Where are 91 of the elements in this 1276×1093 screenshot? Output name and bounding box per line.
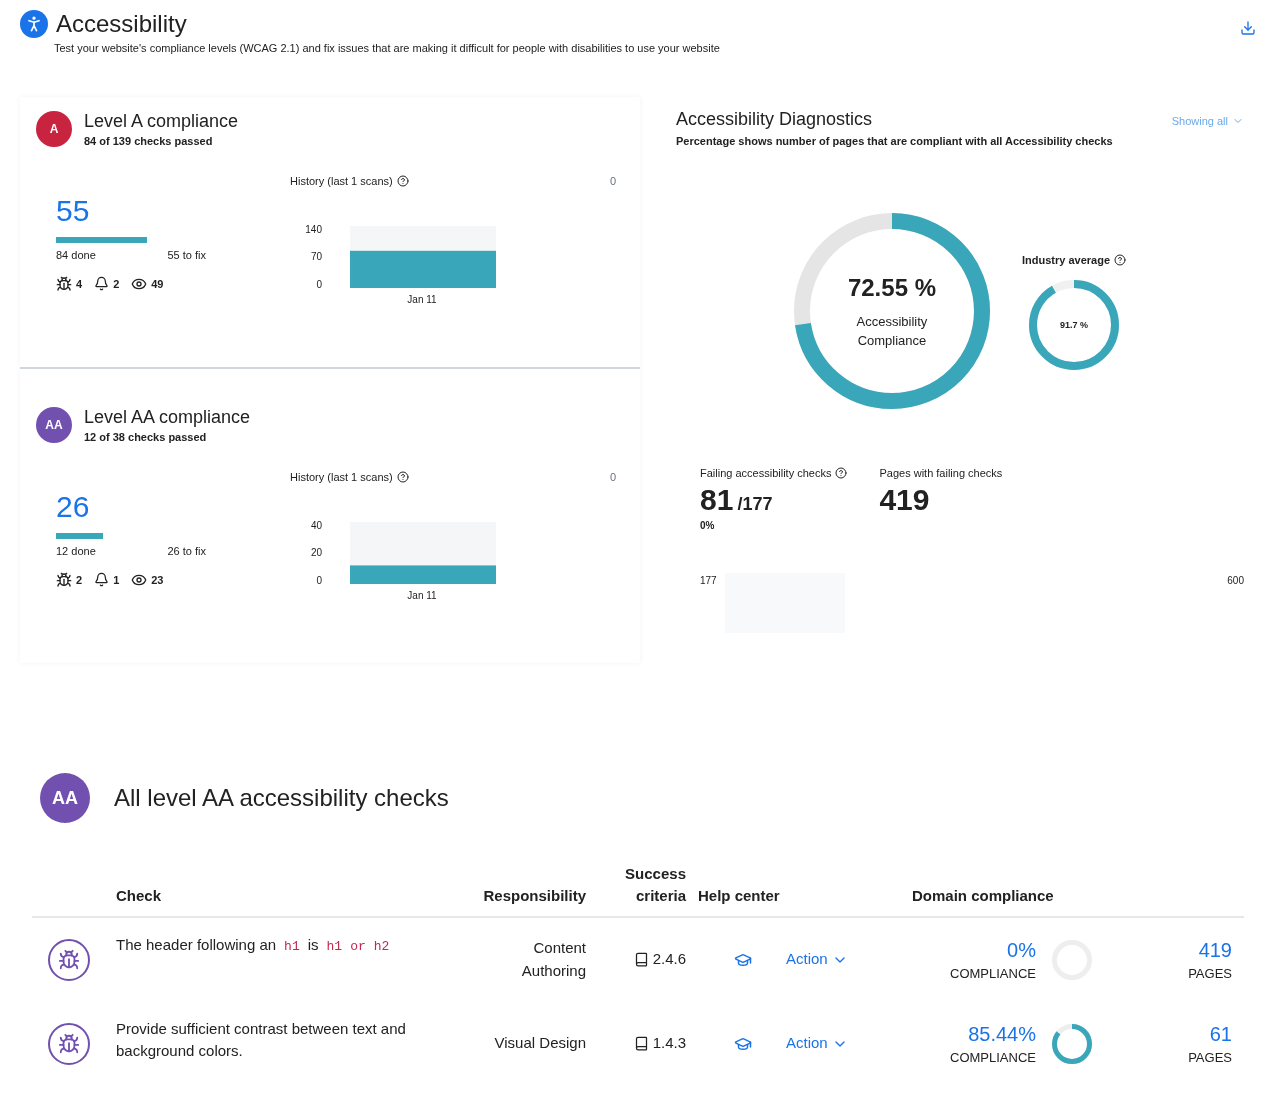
history-corner-value: 0 bbox=[609, 174, 617, 189]
compliance-percent: 85.44% bbox=[968, 1021, 1036, 1047]
checks-passed: 12 of 38 checks passed bbox=[84, 429, 208, 445]
code-snippet: h2 bbox=[373, 937, 390, 956]
pages-count[interactable]: 419 bbox=[1198, 935, 1232, 964]
pages-value: 419 bbox=[879, 481, 931, 518]
book-icon bbox=[633, 1036, 649, 1051]
view-count: 23 bbox=[151, 572, 164, 588]
compliance-ring bbox=[1052, 1023, 1092, 1064]
axis-label: Jan 11 bbox=[407, 588, 437, 603]
checks-passed: 84 of 139 checks passed bbox=[84, 133, 214, 149]
compliance-percent: 0% bbox=[1007, 937, 1036, 963]
check-text: The header following an bbox=[116, 934, 277, 955]
to-fix-label: 26 to fix bbox=[167, 544, 206, 559]
help-icon[interactable] bbox=[1114, 254, 1126, 266]
progress-fill bbox=[56, 533, 104, 539]
responsibility-cell-text: Visual Design bbox=[493, 1033, 586, 1054]
filter-dropdown[interactable]: Showing all bbox=[1171, 112, 1244, 129]
pages-label: PAGES bbox=[1188, 1048, 1232, 1067]
pages-label: PAGES bbox=[1188, 964, 1232, 983]
bug-badge-icon bbox=[48, 938, 90, 981]
bug-count: 2 bbox=[76, 572, 83, 588]
card-title: Level A compliance bbox=[84, 109, 239, 133]
compliance-label: COMPLIANCE bbox=[950, 964, 1036, 983]
code-snippet: h1 bbox=[326, 937, 343, 956]
help-icon[interactable] bbox=[396, 175, 409, 188]
download-icon[interactable] bbox=[1240, 20, 1256, 36]
axis-tick: 70 bbox=[310, 250, 322, 264]
view-count: 49 bbox=[151, 276, 164, 292]
to-fix-count: 26 bbox=[56, 489, 91, 525]
pages-count[interactable]: 61 bbox=[1209, 1019, 1232, 1048]
level-badge: A bbox=[36, 110, 72, 147]
axis-tick: 0 bbox=[316, 277, 322, 292]
page-title: Accessibility bbox=[56, 9, 187, 39]
accessibility-icon bbox=[20, 10, 48, 38]
page-subtitle: Test your website's compliance levels (WCAG 2.1) and fix issues that are making it difficult for people with disabilities to use your website bbox=[54, 41, 720, 56]
column-header: Domain compliance bbox=[911, 886, 1055, 906]
bug-count: 4 bbox=[76, 276, 83, 292]
failing-note: 0% bbox=[700, 518, 716, 533]
level-badge: AA bbox=[40, 772, 90, 823]
check-text: is bbox=[307, 934, 319, 955]
alert-count: 1 bbox=[113, 572, 120, 588]
axis-tick: 140 bbox=[305, 222, 322, 237]
bell-icon bbox=[94, 276, 110, 292]
done-count: 12 done bbox=[56, 544, 96, 559]
action-dropdown[interactable]: Action bbox=[786, 1032, 896, 1055]
axis-tick: 20 bbox=[310, 546, 322, 560]
criteria-cell-text: 2.4.6 bbox=[652, 949, 686, 970]
column-header: Check bbox=[116, 886, 163, 906]
compliance-label: COMPLIANCE bbox=[950, 1048, 1036, 1067]
axis-tick: 0 bbox=[316, 573, 322, 588]
diagnostics-title: Accessibility Diagnostics bbox=[676, 107, 874, 131]
industry-title: Industry average bbox=[1021, 252, 1110, 268]
done-count: 84 done bbox=[56, 248, 96, 263]
failing-value: 81 bbox=[700, 481, 734, 518]
card-title: Level AA compliance bbox=[84, 405, 251, 429]
section-title: All level AA accessibility checks bbox=[114, 782, 449, 813]
compliance-value: 72.55 % bbox=[847, 272, 936, 303]
check-text: Provide sufficient contrast between text and background colors. bbox=[116, 1018, 407, 1061]
level-badge: AA bbox=[36, 406, 72, 443]
book-icon bbox=[633, 952, 649, 967]
industry-value: 91.7 % bbox=[1058, 318, 1089, 332]
to-fix-count: 55 bbox=[56, 193, 91, 229]
trend-axis-value: 600 bbox=[1227, 573, 1244, 588]
diagnostics-subtitle: Percentage shows number of pages that are compliant with all Accessibility checks bbox=[676, 133, 1113, 149]
criteria-cell-text: 1.4.3 bbox=[652, 1033, 686, 1054]
axis-tick: 40 bbox=[310, 518, 322, 533]
compliance-label: Accessibility Compliance bbox=[855, 312, 929, 350]
column-header: Responsibility bbox=[482, 886, 586, 906]
history-title: History (last 1 scans) bbox=[290, 174, 393, 189]
bug-icon bbox=[56, 571, 72, 588]
code-snippet: or bbox=[350, 937, 366, 956]
trend-axis-value: 177 bbox=[700, 573, 717, 588]
alert-count: 2 bbox=[113, 276, 120, 292]
bug-badge-icon bbox=[48, 1022, 90, 1065]
help-icon[interactable] bbox=[835, 467, 848, 480]
action-dropdown[interactable]: Action bbox=[786, 948, 896, 971]
column-header: Success criteria bbox=[624, 863, 686, 906]
help-icon[interactable] bbox=[396, 471, 409, 484]
bell-icon bbox=[94, 572, 110, 588]
to-fix-label: 55 to fix bbox=[167, 248, 206, 263]
history-title: History (last 1 scans) bbox=[290, 470, 393, 485]
history-corner-value: 0 bbox=[609, 470, 617, 485]
pages-title: Pages with failing checks bbox=[879, 466, 1003, 481]
failing-title: Failing accessibility checks bbox=[700, 466, 832, 481]
column-header: Help center bbox=[697, 886, 781, 906]
responsibility-cell-text: Content Authoring bbox=[520, 938, 586, 981]
axis-label: Jan 11 bbox=[407, 292, 437, 307]
bug-icon bbox=[56, 275, 72, 292]
code-snippet: h1 bbox=[284, 937, 300, 956]
failing-total: /177 bbox=[737, 492, 773, 516]
